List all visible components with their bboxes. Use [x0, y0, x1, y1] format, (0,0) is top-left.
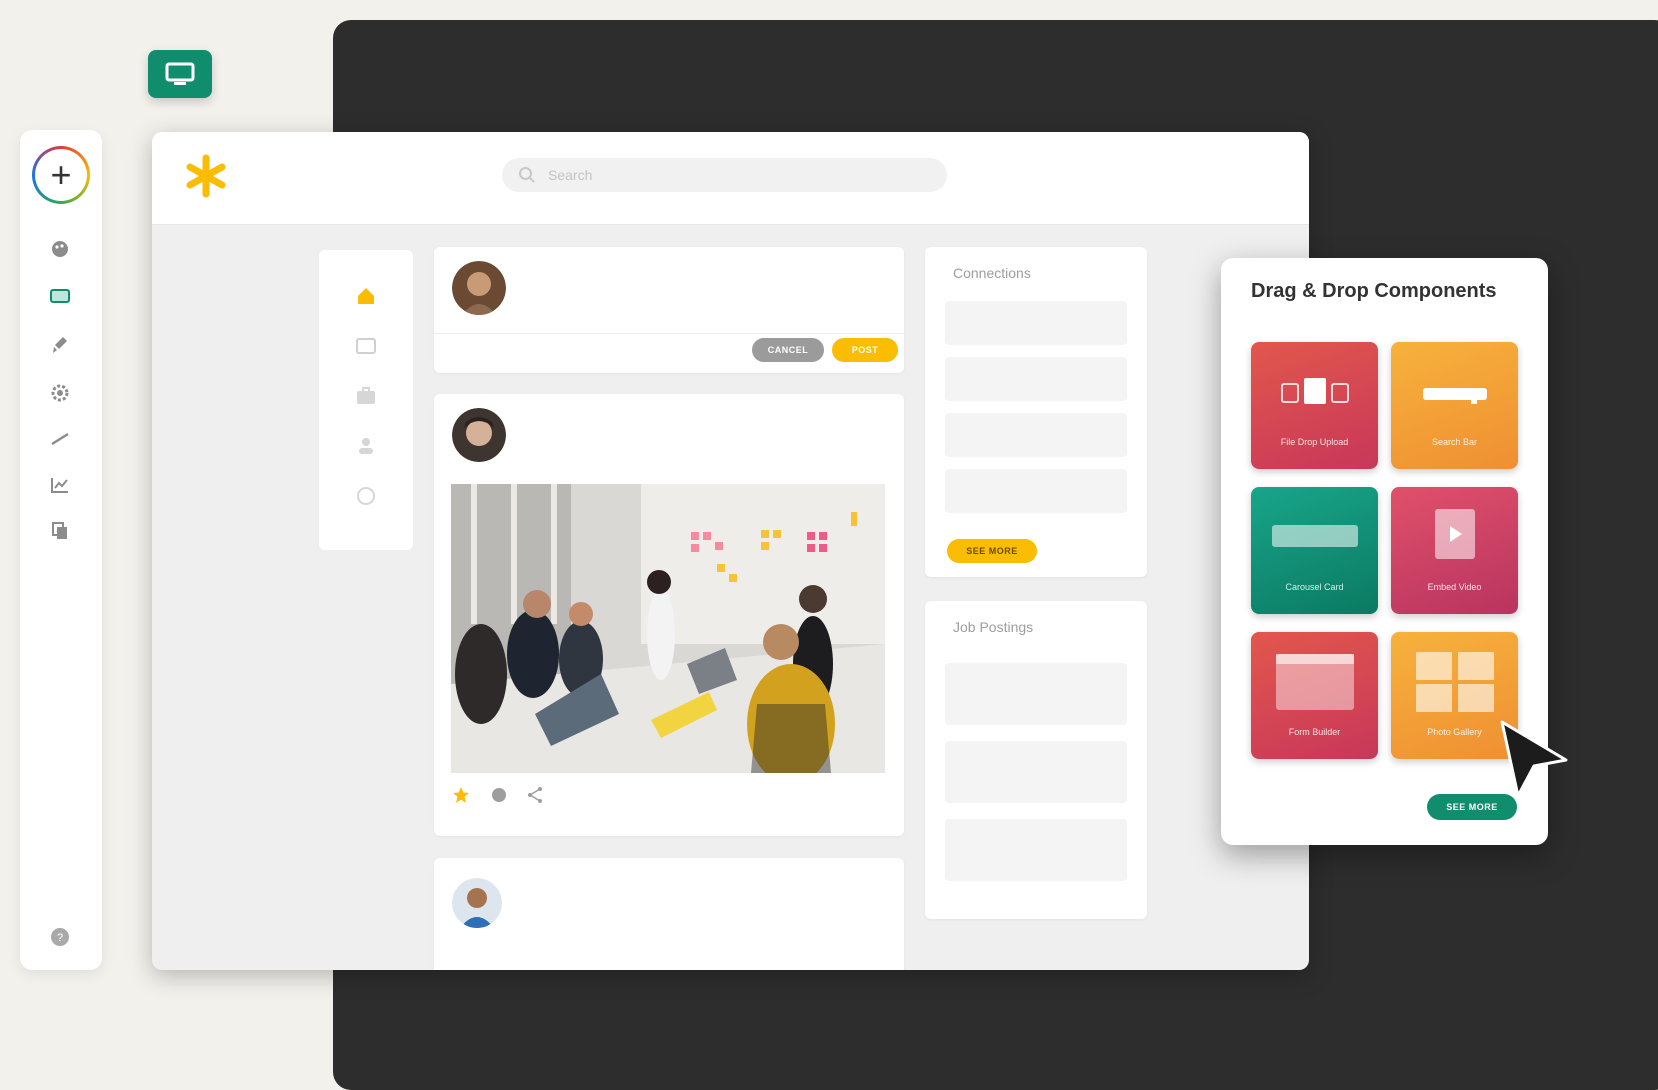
video-icon [1434, 509, 1475, 559]
see-more-button[interactable]: SEE MORE [947, 539, 1037, 563]
mouse-cursor-icon [1500, 720, 1568, 798]
chart-icon[interactable] [49, 474, 71, 496]
cancel-button-label: CANCEL [767, 345, 809, 355]
help-icon[interactable]: ? [49, 926, 71, 948]
job-postings-title: Job Postings [953, 619, 1034, 635]
search-bar-icon [1422, 388, 1487, 404]
info-icon[interactable] [356, 486, 376, 506]
screen-icon[interactable] [49, 286, 71, 308]
skeleton-row [945, 663, 1127, 725]
skeleton-row [945, 819, 1127, 881]
skeleton-row [945, 301, 1127, 345]
comment-icon[interactable] [490, 786, 508, 804]
user-icon[interactable] [356, 436, 376, 456]
cancel-button[interactable]: CANCEL [752, 338, 824, 362]
component-tile[interactable]: Form Builder [1251, 632, 1378, 759]
skeleton-row [945, 469, 1127, 513]
drag-drop-title: Drag & Drop Components [1251, 280, 1497, 302]
skeleton-row [945, 357, 1127, 401]
tile-label: Form Builder [1288, 727, 1341, 737]
post-composer-card: CANCEL POST [434, 247, 904, 373]
tile-label: Carousel Card [1285, 582, 1344, 592]
app-nav [319, 250, 413, 550]
component-tile[interactable]: Search Bar [1391, 342, 1518, 469]
team-meeting-photo [451, 484, 885, 773]
post-card [434, 858, 904, 970]
tile-label: File Drop Upload [1280, 437, 1349, 447]
carousel-icon [1271, 525, 1358, 547]
tile-label: Photo Gallery [1427, 727, 1482, 737]
avatar [452, 878, 502, 928]
upload-icon [1280, 378, 1349, 404]
monitor-icon [165, 62, 195, 85]
add-button[interactable]: + [32, 146, 90, 204]
see-more-label: SEE MORE [1446, 802, 1498, 812]
post-button-label: POST [851, 345, 879, 355]
home-icon[interactable] [356, 286, 376, 306]
pen-icon[interactable] [49, 428, 71, 450]
star-icon[interactable] [452, 786, 470, 804]
left-toolbar: + ? [20, 130, 102, 970]
job-postings-card: Job Postings [925, 601, 1147, 919]
gallery-icon [1415, 652, 1494, 712]
gear-icon[interactable] [49, 382, 71, 404]
form-icon [1275, 654, 1354, 710]
skeleton-row [945, 741, 1127, 803]
briefcase-icon[interactable] [356, 386, 376, 406]
brush-icon[interactable] [49, 334, 71, 356]
skeleton-row [945, 413, 1127, 457]
tile-label: Search Bar [1431, 437, 1478, 447]
search-placeholder: Search [548, 167, 593, 183]
post-button[interactable]: POST [832, 338, 898, 362]
avatar [452, 261, 506, 315]
connections-title: Connections [953, 265, 1031, 281]
post-card [434, 394, 904, 836]
app-window: Search CANCEL POST Connections SEE MORE … [152, 132, 1309, 970]
plus-icon: + [35, 149, 87, 201]
monitor-app-badge [148, 50, 212, 98]
palette-icon[interactable] [49, 238, 71, 260]
share-icon[interactable] [526, 786, 544, 804]
divider [434, 333, 904, 334]
copy-icon[interactable] [49, 520, 71, 542]
component-tile[interactable]: Carousel Card [1251, 487, 1378, 614]
search-icon [519, 167, 535, 183]
search-input[interactable]: Search [502, 158, 947, 192]
component-tile[interactable]: Embed Video [1391, 487, 1518, 614]
tile-label: Embed Video [1427, 582, 1482, 592]
app-header: Search [152, 132, 1309, 225]
component-tile[interactable]: File Drop Upload [1251, 342, 1378, 469]
message-icon[interactable] [356, 336, 376, 356]
connections-card: Connections SEE MORE [925, 247, 1147, 577]
svg-text:?: ? [57, 932, 63, 944]
avatar [452, 408, 506, 462]
asterisk-logo [186, 154, 226, 198]
see-more-label: SEE MORE [966, 546, 1018, 556]
